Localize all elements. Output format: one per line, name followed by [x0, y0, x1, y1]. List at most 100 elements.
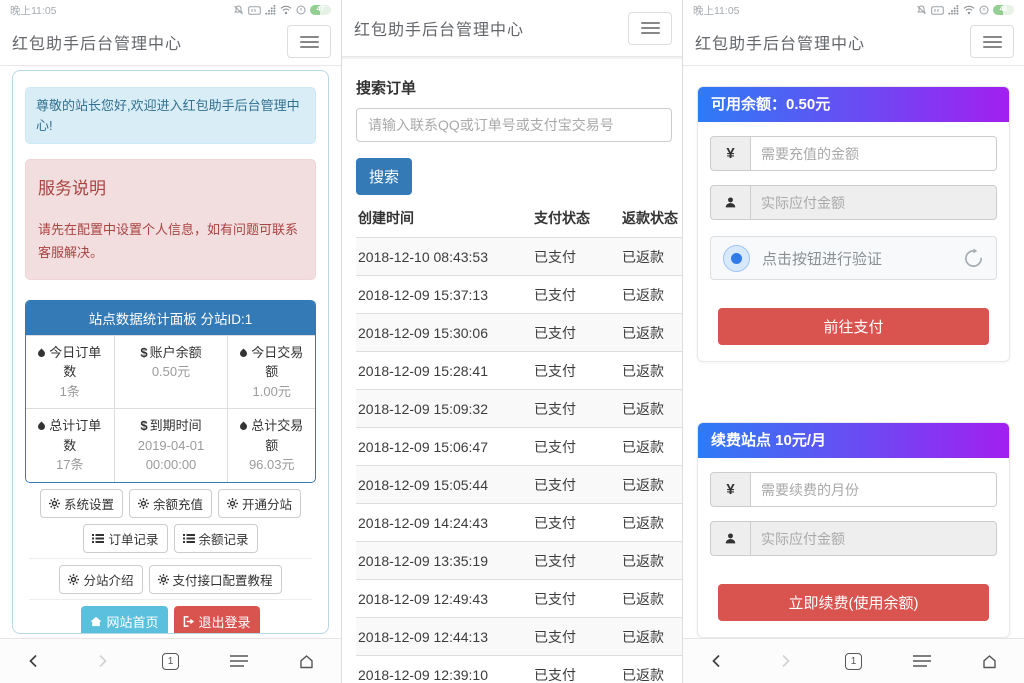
pay-status-cell: 已支付 [534, 551, 622, 571]
order-time-cell: 2018-12-10 08:43:53 [356, 249, 534, 265]
list-icon [92, 533, 104, 544]
status-time: 晚上11:05 [693, 3, 740, 18]
menu-toggle-button[interactable] [970, 25, 1014, 58]
refund-status-cell: 已返款 [622, 665, 683, 683]
nav-menu-button[interactable] [217, 639, 261, 683]
order-row: 2018-12-09 15:28:41 已支付 已返款 [356, 352, 683, 390]
panel-dashboard: 晚上11:05 47 红包助手后台管理中心 尊敬的站长您好,欢迎进入红包助手后台… [0, 0, 341, 683]
balance-records-button[interactable]: 余额记录 [174, 524, 258, 553]
chevron-right-icon [94, 653, 110, 669]
status-icons: 46 [916, 5, 1014, 15]
renew-months-input[interactable] [750, 472, 997, 507]
order-time-cell: 2018-12-09 15:05:44 [356, 477, 534, 493]
order-time-cell: 2018-12-09 12:49:43 [356, 591, 534, 607]
page-title: 红包助手后台管理中心 [695, 30, 865, 54]
site-home-button[interactable]: 网站首页 [81, 606, 167, 635]
menu-toggle-button[interactable] [628, 12, 672, 45]
nav-tabs-button[interactable]: 1 [831, 639, 875, 683]
service-alert: 服务说明 请先在配置中设置个人信息，如有问题可联系客服解决。 [25, 159, 316, 280]
refund-status-cell: 已返款 [622, 247, 683, 267]
refund-status-cell: 已返款 [622, 323, 683, 343]
order-time-cell: 2018-12-09 12:44:13 [356, 629, 534, 645]
logout-button[interactable]: 退出登录 [174, 606, 260, 635]
order-time-cell: 2018-12-09 15:30:06 [356, 325, 534, 341]
panel-orders: 红包助手后台管理中心 搜索订单 搜索 创建时间 支付状态 返款状态 操作 [341, 0, 683, 683]
order-time-cell: 2018-12-09 15:06:47 [356, 439, 534, 455]
search-section-title: 搜索订单 [356, 77, 682, 98]
order-row: 2018-12-09 13:35:19 已支付 已返款 [356, 542, 683, 580]
order-search-input[interactable] [356, 108, 672, 142]
recharge-amount-input[interactable] [750, 136, 997, 171]
refund-status-cell: 已返款 [622, 513, 683, 533]
order-time-cell: 2018-12-09 14:24:43 [356, 515, 534, 531]
mute-icon [233, 5, 244, 15]
orders-table-body: 2018-12-10 08:43:53 已支付 已返款 2018-12-09 1… [356, 238, 683, 683]
nav-menu-button[interactable] [900, 639, 944, 683]
nav-tabs-button[interactable]: 1 [148, 639, 192, 683]
column-header-pay-status: 支付状态 [534, 208, 622, 228]
action-row-4: 网站首页 退出登录 [23, 606, 318, 635]
status-time: 晚上11:05 [10, 3, 57, 18]
nav-back-button[interactable] [12, 639, 56, 683]
pay-status-cell: 已支付 [534, 247, 622, 267]
battery-icon: 46 [993, 5, 1014, 15]
order-records-button[interactable]: 订单记录 [83, 524, 167, 553]
dollar-icon: $ [140, 418, 147, 433]
yuan-icon: ¥ [710, 472, 750, 507]
refund-status-cell: 已返款 [622, 285, 683, 305]
droplet-icon [37, 348, 47, 358]
order-row: 2018-12-10 08:43:53 已支付 已返款 [356, 238, 683, 276]
pay-status-cell: 已支付 [534, 513, 622, 533]
recharge-card-title: 可用余额：0.50元 [698, 87, 1009, 122]
nav-forward-button[interactable] [763, 639, 807, 683]
home-outline-icon [981, 654, 998, 669]
pay-status-cell: 已支付 [534, 627, 622, 647]
screen: 晚上11:05 47 红包助手后台管理中心 尊敬的站长您好,欢迎进入红包助手后台… [0, 0, 1024, 683]
stats-panel: 站点数据统计面板 分站ID:1 今日订单数 1条 $账户余额 0.50元 今日交… [25, 300, 316, 483]
refund-status-cell: 已返款 [622, 437, 683, 457]
hamburger-icon [641, 22, 660, 24]
sim-icon [248, 6, 261, 15]
nav-forward-button[interactable] [80, 639, 124, 683]
order-row: 2018-12-09 15:09:32 已支付 已返款 [356, 390, 683, 428]
renew-payable-group [710, 521, 997, 556]
captcha-verify-button[interactable] [723, 245, 750, 272]
pay-status-cell: 已支付 [534, 361, 622, 381]
dashboard-card: 尊敬的站长您好,欢迎进入红包助手后台管理中心! 服务说明 请先在配置中设置个人信… [12, 70, 329, 634]
action-row-3: 分站介绍 支付接口配置教程 [23, 565, 318, 594]
subsite-intro-button[interactable]: 分站介绍 [59, 565, 142, 594]
menu-lines-icon [230, 655, 248, 667]
order-time-cell: 2018-12-09 12:39:10 [356, 667, 534, 683]
nav-home-button[interactable] [285, 639, 329, 683]
pay-status-cell: 已支付 [534, 399, 622, 419]
column-header-created: 创建时间 [356, 208, 534, 228]
search-button[interactable]: 搜索 [356, 158, 412, 195]
app-header: 红包助手后台管理中心 [683, 18, 1024, 66]
dollar-icon: $ [140, 345, 147, 360]
refund-status-cell: 已返款 [622, 627, 683, 647]
action-row-2: 订单记录 余额记录 [23, 524, 318, 553]
droplet-icon [37, 422, 47, 432]
nav-back-button[interactable] [695, 639, 739, 683]
renew-card-title: 续费站点 10元/月 [698, 423, 1009, 458]
tab-count-icon: 1 [845, 653, 862, 670]
recharge-button[interactable]: 余额充值 [129, 489, 212, 518]
gear-icon [138, 498, 149, 509]
gear-icon [227, 498, 238, 509]
app-header: 红包助手后台管理中心 [342, 0, 682, 57]
go-to-pay-button[interactable]: 前往支付 [718, 308, 989, 345]
renew-card: 续费站点 10元/月 ¥ 立即续费(使用余额) [697, 422, 1010, 638]
nav-home-button[interactable] [968, 639, 1012, 683]
payment-config-tutorial-button[interactable]: 支付接口配置教程 [149, 565, 282, 594]
open-subsite-button[interactable]: 开通分站 [218, 489, 301, 518]
menu-toggle-button[interactable] [287, 25, 331, 58]
refund-status-cell: 已返款 [622, 551, 683, 571]
stat-cell-balance: $账户余额 0.50元 [114, 335, 228, 409]
renew-now-button[interactable]: 立即续费(使用余额) [718, 584, 989, 621]
refresh-icon[interactable] [963, 248, 984, 269]
wifi-icon [280, 5, 292, 15]
pay-status-cell: 已支付 [534, 665, 622, 683]
service-alert-body: 请先在配置中设置个人信息，如有问题可联系客服解决。 [38, 219, 303, 265]
renew-months-group: ¥ [710, 472, 997, 507]
settings-button[interactable]: 系统设置 [40, 489, 123, 518]
